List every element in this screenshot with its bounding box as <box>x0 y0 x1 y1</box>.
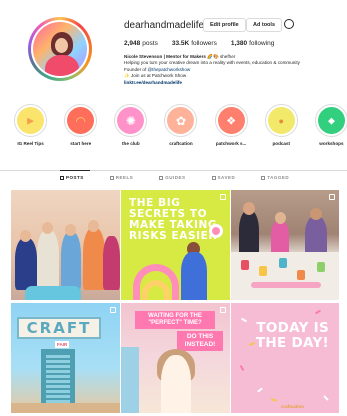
highlight-label: podcast <box>272 141 291 146</box>
highlight-item[interactable]: ✿ craftcation <box>161 104 200 154</box>
bio-external-link[interactable]: linktr.ee/dearhandmadelife <box>124 80 344 86</box>
post-sign-text: CRAFT <box>17 317 101 339</box>
highlight-label: start here <box>70 141 92 146</box>
highlight-cover: ✿ <box>167 107 195 134</box>
post-caption: craftcation <box>281 404 305 409</box>
highlight-cover: ▶ <box>17 107 45 134</box>
posts-grid: THE BIG SECRETS TO MAKE TAKING RISKS EAS… <box>11 190 339 413</box>
highlight-cover: ◆ <box>317 107 345 134</box>
bio-name-suffix: 🌈🎨 shefher <box>207 54 236 59</box>
play-icon: ▶ <box>27 115 35 125</box>
post-sign-sub: FAIR <box>55 341 70 348</box>
bio-mention-link[interactable]: @thepatchworkshow <box>148 67 191 72</box>
highlight-item[interactable]: ◠ start here <box>61 104 100 154</box>
highlight-label: the club <box>122 141 140 146</box>
post-thumbnail[interactable]: CRAFT FAIR <box>11 303 120 413</box>
highlight-label: IG Reel Tips <box>17 141 44 146</box>
highlight-cover: ❖ <box>217 107 245 134</box>
rainbow-icon: ◠ <box>75 113 86 128</box>
tab-reels[interactable]: REELS <box>109 175 134 180</box>
highlight-item[interactable]: ▶ IG Reel Tips <box>11 104 50 154</box>
post-banner: WAITING FOR THE "PERFECT" TIME? <box>135 311 215 329</box>
tag-icon <box>261 175 266 180</box>
bio-name: Nicole Stevenson | Mentor for Makers <box>124 54 206 59</box>
profile-bio: Nicole Stevenson | Mentor for Makers 🌈🎨 … <box>124 54 344 86</box>
highlight-item[interactable]: ✺ the club <box>111 104 150 154</box>
grid-icon <box>60 175 64 180</box>
highlight-label: craftcation <box>169 141 193 146</box>
tab-posts[interactable]: POSTS <box>60 175 84 180</box>
ad-tools-button[interactable]: Ad tools <box>246 18 282 32</box>
reels-icon <box>109 175 114 180</box>
tabs-divider <box>0 170 347 171</box>
post-thumbnail[interactable] <box>11 190 120 300</box>
patchwork-icon: ❖ <box>226 115 237 127</box>
followers-count[interactable]: 33.5K followers <box>172 40 217 47</box>
highlight-cover: ✺ <box>117 107 145 134</box>
post-headline: TODAY IS THE DAY! <box>255 320 329 351</box>
highlight-label: patchwork s... <box>215 141 247 146</box>
carousel-icon <box>220 307 226 313</box>
guides-icon <box>159 175 164 180</box>
carousel-icon <box>220 194 226 200</box>
microphone-icon: ● <box>278 115 284 126</box>
highlight-cover: ● <box>267 107 295 134</box>
flower-icon: ✿ <box>175 113 187 128</box>
post-banner: DO THIS INSTEAD! <box>177 331 223 351</box>
edit-profile-button[interactable]: Edit profile <box>203 18 246 32</box>
bookmark-icon <box>211 175 216 180</box>
carousel-icon <box>329 194 335 200</box>
profile-avatar-ring[interactable] <box>28 17 92 81</box>
post-thumbnail[interactable]: THE BIG SECRETS TO MAKE TAKING RISKS EAS… <box>121 190 230 300</box>
profile-stats: 2,948 posts 33.5K followers 1,380 following <box>124 40 274 47</box>
profile-tabs: POSTS REELS GUIDES SAVED TAGGED <box>60 175 289 180</box>
carousel-icon <box>110 307 116 313</box>
profile-username-row: dearhandmadelife <box>124 20 216 31</box>
post-thumbnail[interactable] <box>231 190 339 300</box>
tab-guides[interactable]: GUIDES <box>159 175 185 180</box>
following-count[interactable]: 1,380 following <box>231 40 275 47</box>
highlight-cover: ◠ <box>67 107 95 134</box>
story-highlights: ▶ IG Reel Tips ◠ start here ✺ the club ✿… <box>11 104 347 154</box>
tab-tagged[interactable]: TAGGED <box>261 175 289 180</box>
workshop-icon: ◆ <box>327 115 335 125</box>
tab-saved[interactable]: SAVED <box>211 175 236 180</box>
highlight-item[interactable]: ● podcast <box>262 104 301 154</box>
posts-count: 2,948 posts <box>124 40 158 47</box>
highlight-label: workshops <box>319 141 344 146</box>
post-thumbnail[interactable]: TODAY IS THE DAY! craftcation <box>231 303 339 413</box>
sun-icon: ✺ <box>125 113 136 128</box>
highlight-item[interactable]: ◆ workshops <box>312 104 347 154</box>
profile-username: dearhandmadelife <box>124 20 205 31</box>
highlight-item[interactable]: ❖ patchwork s... <box>212 104 251 154</box>
avatar <box>33 22 87 76</box>
bio-founder: Founder of <box>124 66 148 72</box>
post-thumbnail[interactable]: WAITING FOR THE "PERFECT" TIME? DO THIS … <box>121 303 230 413</box>
flower-icon <box>209 224 223 238</box>
settings-icon[interactable] <box>284 19 294 29</box>
